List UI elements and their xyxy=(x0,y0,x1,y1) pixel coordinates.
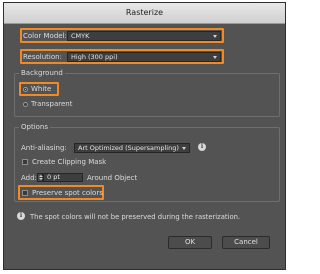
create-clipping-mask-checkbox[interactable] xyxy=(22,159,28,165)
info-icon[interactable]: i xyxy=(198,143,206,151)
info-icon: i xyxy=(17,212,25,220)
resolution-label: Resolution: xyxy=(23,53,62,61)
chevron-down-icon xyxy=(213,35,217,38)
color-model-value: CMYK xyxy=(71,32,90,40)
add-input[interactable]: 0 pt xyxy=(43,173,83,182)
chevron-down-icon xyxy=(182,147,186,150)
resolution-value: High (300 ppi) xyxy=(71,53,118,61)
anti-aliasing-label: Anti-aliasing: xyxy=(21,144,67,152)
resolution-select[interactable]: High (300 ppi) xyxy=(67,52,221,62)
add-label: Add: xyxy=(21,174,37,182)
background-group-title: Background xyxy=(19,69,65,77)
color-model-select[interactable]: CMYK xyxy=(67,31,221,41)
background-group: Background White Transparent xyxy=(14,69,280,117)
color-model-label: Color Model: xyxy=(23,32,67,40)
cancel-button[interactable]: Cancel xyxy=(222,236,270,249)
transparent-radio[interactable] xyxy=(23,102,28,107)
options-group: Options Anti-aliasing: Art Optimized (Su… xyxy=(14,123,280,202)
white-radio[interactable] xyxy=(23,87,28,92)
info-message: The spot colors will not be preserved du… xyxy=(30,213,241,221)
preserve-spot-colors-label: Preserve spot colors xyxy=(32,189,103,197)
add-input-value: 0 pt xyxy=(47,173,60,181)
create-clipping-mask-label: Create Clipping Mask xyxy=(32,158,107,166)
dialog-title: Rasterize xyxy=(4,3,285,24)
chevron-down-icon xyxy=(213,56,217,59)
rasterize-dialog: Rasterize Color Model: CMYK Resolution: … xyxy=(3,2,286,270)
ok-button[interactable]: OK xyxy=(168,236,212,249)
around-object-label: Around Object xyxy=(87,174,138,182)
anti-aliasing-select[interactable]: Art Optimized (Supersampling) xyxy=(74,143,190,153)
white-radio-label: White xyxy=(31,85,52,93)
transparent-radio-label: Transparent xyxy=(31,100,73,108)
options-group-title: Options xyxy=(19,123,51,131)
preserve-spot-colors-checkbox[interactable] xyxy=(22,190,28,196)
anti-aliasing-value: Art Optimized (Supersampling) xyxy=(78,144,179,152)
